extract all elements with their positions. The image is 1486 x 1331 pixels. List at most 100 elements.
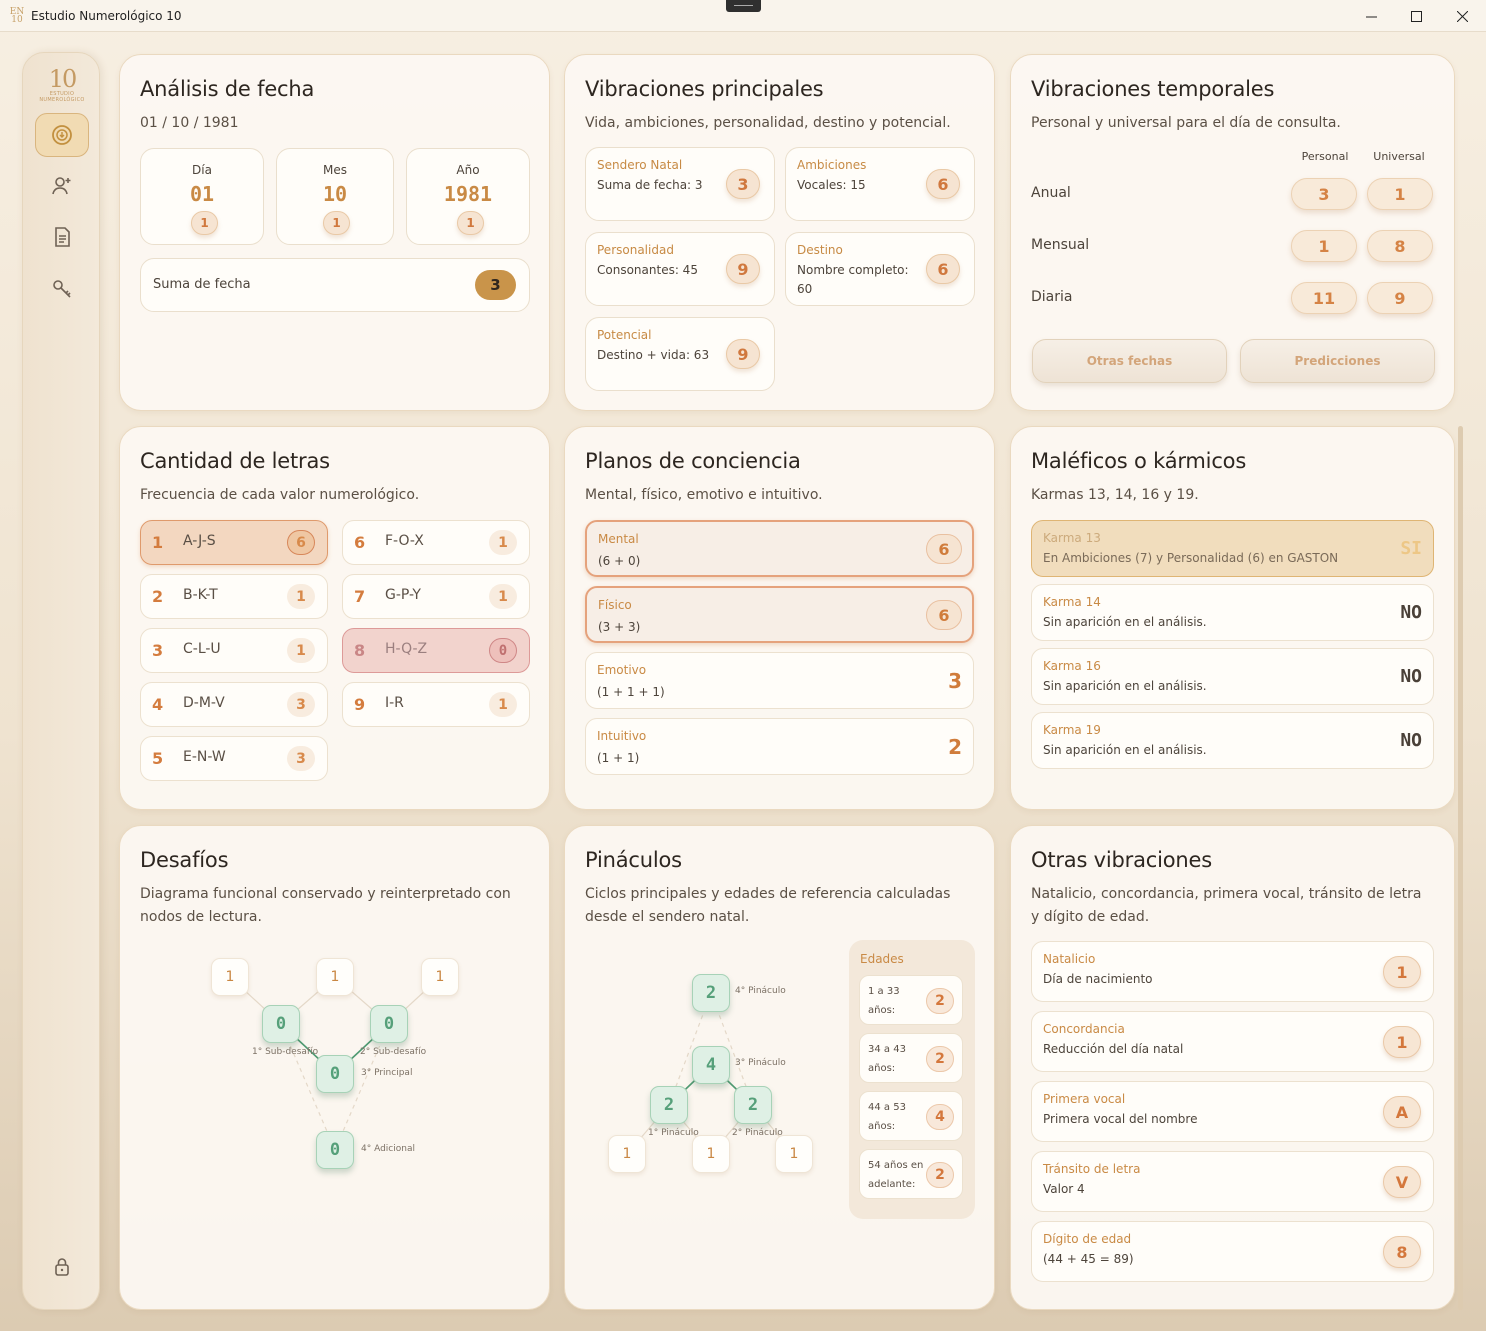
vibration-ambiciones: Ambiciones Vocales: 15 6 xyxy=(785,147,975,221)
otras-fechas-button[interactable]: Otras fechas xyxy=(1032,339,1227,383)
edad-row-3: 44 a 53 años: 4 xyxy=(859,1091,963,1141)
letter-row-4: 4 D-M-V 3 xyxy=(140,682,328,727)
desafio-adicional: 0 xyxy=(316,1131,354,1169)
vibration-personalidad: Personalidad Consonantes: 45 9 xyxy=(585,232,775,306)
card-desafios: Desafíos Diagrama funcional conservado y… xyxy=(119,825,550,1310)
pinaculo-3: 4 xyxy=(692,1046,730,1084)
card-subtitle: Karmas 13, 14, 16 y 19. xyxy=(1031,487,1199,503)
lock-button[interactable] xyxy=(35,1245,89,1289)
plane-fisico: Físico (3 + 3) 6 xyxy=(585,586,974,643)
edades-title: Edades xyxy=(860,952,904,966)
vibration-destino: Destino Nombre completo: 60 6 xyxy=(785,232,975,306)
desafio-principal-label: 3° Principal xyxy=(361,1068,413,1078)
pinaculo-base-2: 1 xyxy=(692,1135,730,1173)
sub-desafio-2-label: 2° Sub-desafío xyxy=(360,1047,427,1057)
karma-13: Karma 13 En Ambiciones (7) y Personalidad… xyxy=(1031,520,1434,577)
key-icon xyxy=(53,280,71,298)
otra-natalicio: Natalicio Día de nacimiento 1 xyxy=(1031,941,1434,1002)
minimize-icon xyxy=(1365,16,1377,17)
otra-primera-vocal: Primera vocal Primera vocal del nombre A xyxy=(1031,1081,1434,1142)
karma-14: Karma 14 Sin aparición en el análisis. NO xyxy=(1031,584,1434,641)
card-karmicos: Maléficos o kármicos Karmas 13, 14, 16 y… xyxy=(1010,426,1455,810)
plane-emotivo: Emotivo (1 + 1 + 1) 3 xyxy=(585,652,974,709)
sub-desafio-1: 0 xyxy=(262,1005,300,1043)
sidebar-item-home[interactable] xyxy=(35,113,89,157)
pinaculo-1-label: 1° Pináculo xyxy=(648,1128,699,1138)
app-logo-icon: EN 10 xyxy=(9,6,25,25)
card-title: Otras vibraciones xyxy=(1031,848,1212,872)
date-sum-badge: 3 xyxy=(475,270,516,300)
card-title: Planos de conciencia xyxy=(585,449,801,473)
otra-transito-letra: Tránsito de letra Valor 4V xyxy=(1031,1151,1434,1212)
diaria-personal: 11 xyxy=(1291,282,1357,314)
plane-mental: Mental (6 + 0) 6 xyxy=(585,520,974,577)
plane-intuitivo: Intuitivo (1 + 1) 2 xyxy=(585,718,974,775)
vibration-sendero-natal: Sendero Natal Suma de fecha: 3 3 xyxy=(585,147,775,221)
lock-icon xyxy=(55,1258,69,1276)
year-cell: Año 1981 1 xyxy=(406,148,530,245)
card-vibraciones-temporales: Vibraciones temporales Personal y univer… xyxy=(1010,54,1455,411)
date-sum-row: Suma de fecha 3 xyxy=(140,258,530,312)
pinaculo-1: 2 xyxy=(650,1086,688,1124)
sidebar-item-persons[interactable] xyxy=(35,164,89,208)
minimize-button[interactable] xyxy=(1348,0,1394,32)
card-vibraciones-principales: Vibraciones principales Vida, ambiciones… xyxy=(564,54,995,411)
anual-universal: 1 xyxy=(1367,178,1433,210)
card-subtitle: Personal y universal para el día de cons… xyxy=(1031,115,1341,131)
card-title: Análisis de fecha xyxy=(140,77,315,101)
card-title: Vibraciones principales xyxy=(585,77,824,101)
letter-row-1: 1 A-J-S 6 xyxy=(140,520,328,565)
pinaculo-base-3: 1 xyxy=(775,1135,813,1173)
sub-desafio-1-label: 1° Sub-desafío xyxy=(252,1047,319,1057)
edad-row-1: 1 a 33 años: 2 xyxy=(859,975,963,1025)
desafio-principal: 0 xyxy=(316,1055,354,1093)
anual-personal: 3 xyxy=(1291,178,1357,210)
maximize-icon xyxy=(1410,10,1422,22)
sidebar-item-keys[interactable] xyxy=(35,266,89,310)
card-subtitle: Mental, físico, emotivo e intuitivo. xyxy=(585,487,823,503)
sub-desafio-2: 0 xyxy=(370,1005,408,1043)
pinaculo-2-label: 2° Pináculo xyxy=(732,1128,783,1138)
maximize-button[interactable] xyxy=(1393,0,1439,32)
card-subtitle: Vida, ambiciones, personalidad, destino … xyxy=(585,115,951,131)
desafio-top-3: 1 xyxy=(421,958,459,996)
window-title: Estudio Numerológico 10 xyxy=(31,8,182,23)
seal-icon xyxy=(52,125,72,145)
sidebar-item-report[interactable] xyxy=(35,215,89,259)
document-icon xyxy=(55,227,70,247)
close-icon xyxy=(1456,10,1468,22)
row-label-mensual: Mensual xyxy=(1031,237,1090,253)
desafio-adicional-label: 4° Adicional xyxy=(361,1144,415,1154)
close-button[interactable] xyxy=(1439,0,1485,32)
card-subtitle: Natalicio, concordancia, primera vocal, … xyxy=(1031,886,1422,925)
pinaculo-4-label: 4° Pináculo xyxy=(735,986,786,996)
card-cantidad-letras: Cantidad de letras Frecuencia de cada va… xyxy=(119,426,550,810)
vibration-potencial: Potencial Destino + vida: 63 9 xyxy=(585,317,775,391)
pinaculo-base-1: 1 xyxy=(608,1135,646,1173)
edad-row-2: 34 a 43 años: 2 xyxy=(859,1033,963,1083)
row-label-diaria: Diaria xyxy=(1031,289,1073,305)
date-text: 01 / 10 / 1981 xyxy=(140,115,239,131)
app-logo: 10 ESTUDIO NUMEROLÓGICO xyxy=(39,65,85,103)
mensual-universal: 8 xyxy=(1367,230,1433,262)
predicciones-button[interactable]: Predicciones xyxy=(1240,339,1435,383)
karma-19: Karma 19 Sin aparición en el análisis. NO xyxy=(1031,712,1434,769)
card-title: Maléficos o kármicos xyxy=(1031,449,1247,473)
pinaculo-3-label: 3° Pináculo xyxy=(735,1058,786,1068)
letter-row-5: 5 E-N-W 3 xyxy=(140,736,328,781)
karma-16: Karma 16 Sin aparición en el análisis. NO xyxy=(1031,648,1434,705)
pinaculo-4: 2 xyxy=(692,974,730,1012)
desafio-top-2: 1 xyxy=(316,958,354,996)
drag-handle[interactable] xyxy=(726,0,761,12)
card-planos-conciencia: Planos de conciencia Mental, físico, emo… xyxy=(564,426,995,810)
diaria-universal: 9 xyxy=(1367,282,1433,314)
letter-row-6: 6 F-O-X 1 xyxy=(342,520,530,565)
edad-row-4: 54 años en adelante: 2 xyxy=(859,1149,963,1199)
col-universal: Universal xyxy=(1373,150,1425,163)
card-analisis-fecha: Análisis de fecha 01 / 10 / 1981 Día 01 … xyxy=(119,54,550,411)
letter-row-2: 2 B-K-T 1 xyxy=(140,574,328,619)
letter-row-3: 3 C-L-U 1 xyxy=(140,628,328,673)
card-title: Cantidad de letras xyxy=(140,449,330,473)
user-add-icon xyxy=(52,177,71,195)
scrollbar[interactable] xyxy=(1458,426,1463,1310)
